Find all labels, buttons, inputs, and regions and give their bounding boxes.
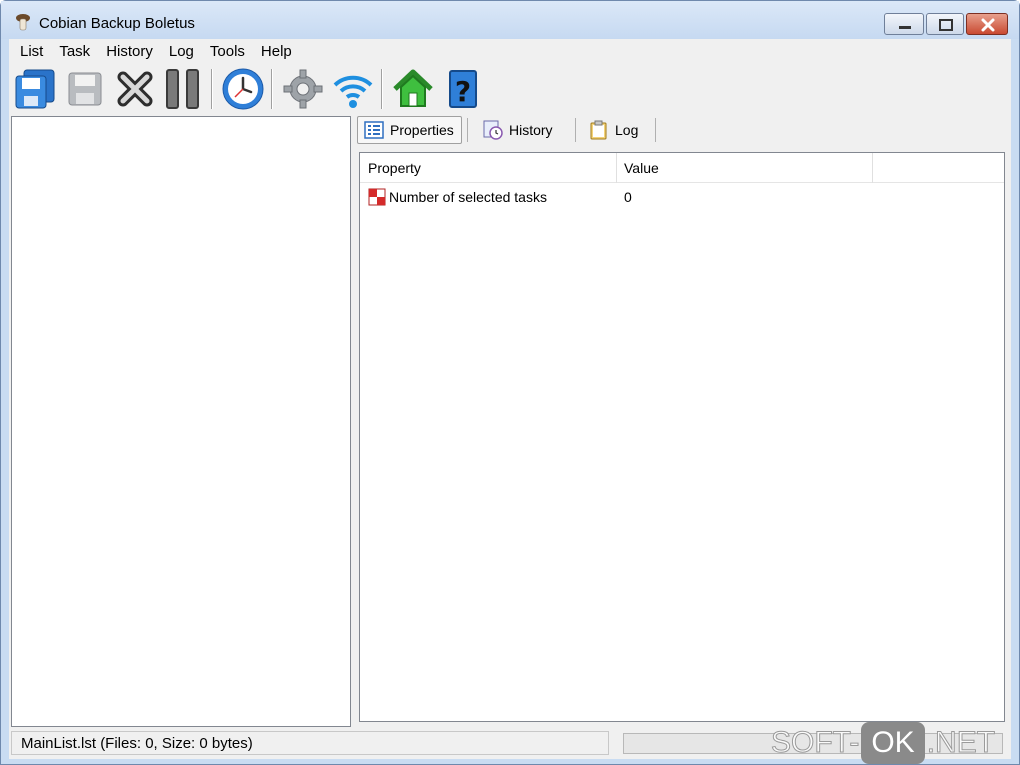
task-list-pane[interactable] [11, 116, 351, 727]
menu-tools[interactable]: Tools [202, 39, 253, 63]
menu-log[interactable]: Log [161, 39, 202, 63]
column-header-value[interactable]: Value [616, 153, 872, 183]
tab-divider [575, 118, 576, 142]
wireless-icon [333, 75, 373, 108]
toolbar-separator [271, 69, 273, 109]
tab-divider [467, 118, 468, 142]
save-icon [68, 72, 102, 106]
tab-properties-label: Properties [390, 122, 454, 138]
menu-list[interactable]: List [9, 39, 51, 63]
menu-help[interactable]: Help [253, 39, 300, 63]
menu-history[interactable]: History [98, 39, 161, 63]
property-row[interactable]: Number of selected tasks 0 [360, 184, 1004, 210]
pause-button[interactable] [161, 67, 205, 111]
toolbar-separator [211, 69, 213, 109]
maximize-button[interactable] [926, 13, 964, 35]
save-all-icon [15, 69, 55, 109]
tab-properties[interactable]: Properties [357, 116, 462, 144]
title-bar[interactable]: Cobian Backup Boletus [1, 1, 1019, 39]
watermark-left: SOFT- [770, 726, 860, 760]
help-button[interactable]: ? [441, 67, 485, 111]
column-divider[interactable] [872, 153, 873, 183]
tab-strip: Properties History Log [357, 116, 1011, 146]
close-button[interactable] [966, 13, 1008, 35]
clock-icon [222, 68, 264, 110]
svg-text:?: ? [455, 75, 471, 108]
delete-icon [117, 71, 153, 107]
minimize-button[interactable] [884, 13, 924, 35]
toolbar-separator [381, 69, 383, 109]
window-title: Cobian Backup Boletus [39, 15, 195, 32]
scheduler-button[interactable] [221, 67, 265, 111]
property-name: Number of selected tasks [389, 189, 547, 205]
network-button[interactable] [331, 67, 375, 111]
tab-log-label: Log [615, 122, 639, 138]
client-area: List Task History Log Tools Help ? Prope… [9, 39, 1011, 759]
settings-button[interactable] [281, 67, 325, 111]
maximize-icon [939, 19, 953, 31]
status-text: MainList.lst (Files: 0, Size: 0 bytes) [11, 731, 609, 755]
save-button[interactable] [63, 67, 107, 111]
settings-icon [283, 69, 323, 109]
save-all-button[interactable] [13, 67, 57, 111]
tab-log[interactable]: Log [583, 116, 653, 144]
menu-bar: List Task History Log Tools Help [9, 39, 1011, 63]
tab-divider [655, 118, 656, 142]
tab-history-label: History [509, 122, 553, 138]
home-button[interactable] [391, 67, 435, 111]
properties-panel: Property Value Number of selected tasks … [359, 152, 1005, 722]
property-value: 0 [624, 189, 632, 205]
pause-icon [166, 69, 199, 109]
properties-header: Property Value [360, 153, 1004, 183]
tasks-icon [368, 188, 386, 206]
home-icon [393, 69, 433, 107]
menu-task[interactable]: Task [51, 39, 98, 63]
watermark: SOFT- OK .NET [770, 721, 996, 765]
minimize-icon [899, 26, 911, 29]
close-icon [981, 18, 995, 32]
tab-history[interactable]: History [477, 116, 563, 144]
column-header-property[interactable]: Property [360, 153, 616, 183]
watermark-mid: OK [861, 722, 925, 764]
help-icon: ? [449, 70, 477, 108]
toolbar: ? [9, 63, 1011, 115]
app-window: Cobian Backup Boletus List Task History … [0, 0, 1020, 765]
history-icon [483, 120, 503, 140]
app-logo-icon [16, 14, 30, 31]
watermark-right: .NET [926, 726, 996, 760]
delete-button[interactable] [113, 67, 157, 111]
log-icon [590, 120, 607, 140]
properties-icon [364, 121, 384, 139]
